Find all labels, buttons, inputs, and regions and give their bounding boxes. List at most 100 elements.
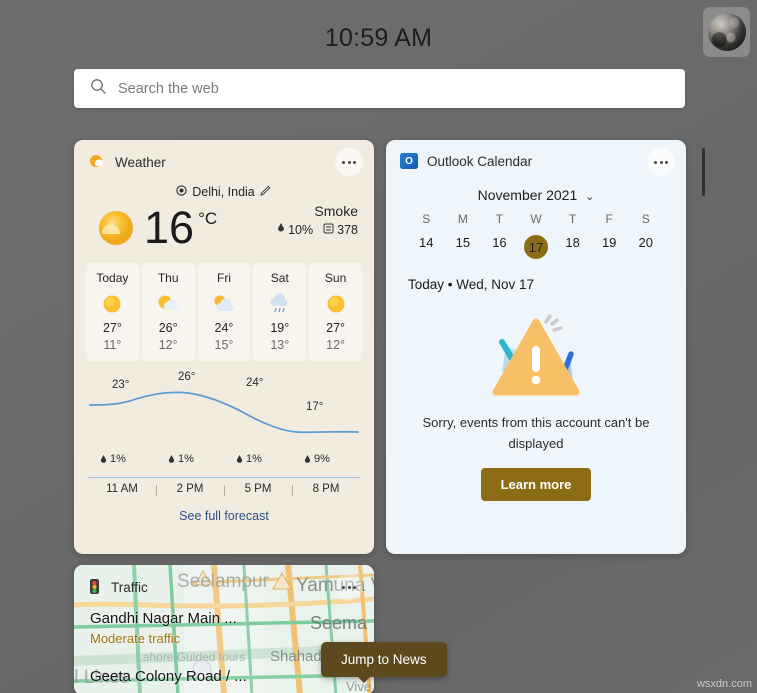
weather-unit: °C: [198, 209, 218, 228]
air-quality-icon: [323, 223, 334, 237]
calendar-date-label: 18: [565, 235, 580, 250]
weather-current: 16 °C Smoke 10% 378: [74, 201, 374, 253]
calendar-date-label: 15: [455, 235, 471, 250]
traffic-more-options-icon[interactable]: [335, 573, 363, 601]
forecast-low: 11°: [103, 338, 122, 352]
forecast-day[interactable]: Thu 26° 12°: [141, 263, 195, 361]
cloudy-sun-icon: [198, 291, 251, 317]
weather-widget[interactable]: Weather Delhi, India 16 °C Smoke 10% 378…: [74, 140, 374, 554]
see-full-forecast-link[interactable]: See full forecast: [74, 509, 374, 523]
calendar-weekday: T: [495, 212, 504, 226]
forecast-low: 15°: [214, 338, 234, 352]
water-drop-icon: [277, 223, 285, 237]
weather-header: Weather: [74, 140, 374, 176]
calendar-date-selected[interactable]: 17: [518, 235, 555, 259]
watermark: wsxdn.com: [696, 678, 752, 690]
calendar-weekday: T: [568, 212, 577, 226]
weather-location-label: Delhi, India: [192, 184, 255, 199]
search-icon: [90, 78, 107, 100]
forecast-low: 13°: [270, 338, 290, 352]
forecast-day[interactable]: Sat 19° 13°: [253, 263, 307, 361]
search-input[interactable]: Search the web: [118, 81, 219, 97]
chart-precip-label: 9%: [304, 453, 330, 465]
calendar-today-label: Today • Wed, Nov 17: [408, 277, 535, 292]
avatar-button[interactable]: [703, 7, 750, 57]
chart-precip-label: 1%: [100, 453, 126, 465]
calendar-date[interactable]: 16: [481, 235, 518, 259]
calendar-weekday-row: S M T W T F S: [408, 212, 664, 226]
chart-x-tick: 5 PM: [224, 483, 292, 496]
forecast-day[interactable]: Today 27° 11°: [86, 263, 139, 361]
outlook-icon: O: [400, 153, 418, 169]
sunny-icon: [90, 201, 142, 253]
chart-precip-value: 1%: [110, 453, 126, 465]
weather-condition-label: Smoke: [314, 203, 358, 219]
forecast-low: 12°: [158, 338, 178, 352]
scrollbar[interactable]: [702, 148, 705, 196]
hourly-temperature-chart: 23° 26° 24° 17° 1% 1% 1% 9%: [88, 371, 360, 477]
weather-humidity: 10%: [288, 223, 314, 237]
location-pin-icon: [176, 184, 187, 199]
calendar-month-label: November 2021: [477, 187, 578, 203]
chart-x-tick: 8 PM: [292, 483, 360, 496]
forecast-day-name: Today: [96, 271, 129, 285]
outlook-calendar-widget[interactable]: O Outlook Calendar November 2021 ⌄ S M T…: [386, 140, 686, 554]
calendar-weekday: W: [530, 212, 542, 226]
calendar-date-label: 19: [601, 235, 617, 250]
calendar-weekday: S: [422, 212, 431, 226]
calendar-error-message: Sorry, events from this account can't be…: [422, 415, 650, 451]
traffic-header: Traffic: [74, 565, 374, 601]
calendar-date[interactable]: 15: [445, 235, 482, 259]
weather-title: Weather: [115, 154, 166, 170]
calendar-date[interactable]: 20: [627, 235, 664, 259]
learn-more-button[interactable]: Learn more: [480, 468, 592, 501]
calendar-weekday: M: [457, 212, 468, 226]
jump-to-news-button[interactable]: Jump to News: [321, 642, 447, 683]
search-bar[interactable]: Search the web: [74, 69, 685, 108]
chart-x-tick: 11 AM: [106, 483, 138, 495]
forecast-high: 24°: [214, 321, 234, 335]
outlook-more-options-icon[interactable]: [647, 148, 675, 176]
forecast-day-name: Sun: [324, 271, 347, 285]
chart-precip-label: 1%: [236, 453, 262, 465]
outlook-header: O Outlook Calendar: [386, 140, 686, 176]
chart-precip-label: 1%: [168, 453, 194, 465]
traffic-street-1[interactable]: Gandhi Nagar Main ...: [90, 610, 374, 627]
calendar-date-label: 16: [492, 235, 507, 250]
chart-x-tick: 2 PM: [156, 483, 224, 496]
partly-sunny-icon: [88, 153, 106, 171]
forecast-high: 27°: [102, 321, 122, 335]
weather-more-options-icon[interactable]: [335, 148, 363, 176]
calendar-month-selector[interactable]: November 2021 ⌄: [386, 187, 686, 203]
calendar-weekday: S: [641, 212, 650, 226]
calendar-date[interactable]: 19: [591, 235, 628, 259]
chevron-down-icon[interactable]: ⌄: [585, 190, 594, 203]
chart-precip-value: 9%: [314, 453, 330, 465]
forecast-day-name: Sat: [270, 271, 289, 285]
forecast-day-name: Thu: [157, 271, 179, 285]
calendar-date[interactable]: 14: [408, 235, 445, 259]
sunny-icon: [86, 291, 139, 317]
forecast-day[interactable]: Fri 24° 15°: [197, 263, 251, 361]
weather-forecast-row: Today 27° 11° Thu 26° 12° Fri 24° 15° Sa…: [74, 253, 374, 361]
chart-precip-value: 1%: [178, 453, 194, 465]
calendar-date-label: 20: [638, 235, 653, 250]
pencil-edit-icon[interactable]: [260, 184, 272, 199]
outlook-title: Outlook Calendar: [427, 153, 533, 169]
widget-board: Weather Delhi, India 16 °C Smoke 10% 378…: [0, 140, 757, 693]
avatar: [707, 13, 746, 51]
calendar-date[interactable]: 18: [554, 235, 591, 259]
weather-conditions: Smoke 10% 378: [277, 203, 358, 237]
forecast-high: 26°: [158, 321, 178, 335]
calendar-weekday: F: [605, 212, 613, 226]
weather-aqi: 378: [337, 223, 358, 237]
clock: 10:59 AM: [324, 24, 433, 52]
forecast-low: 12°: [326, 338, 346, 352]
chart-x-axis: 11 AM 2 PM 5 PM 8 PM: [88, 477, 360, 496]
forecast-day-name: Fri: [216, 271, 231, 285]
calendar-date-label: 17: [524, 235, 549, 259]
calendar-date-label: 14: [419, 235, 434, 250]
chart-precip-value: 1%: [246, 453, 262, 465]
forecast-day[interactable]: Sun 27° 12°: [309, 263, 362, 361]
weather-location[interactable]: Delhi, India: [74, 184, 374, 199]
